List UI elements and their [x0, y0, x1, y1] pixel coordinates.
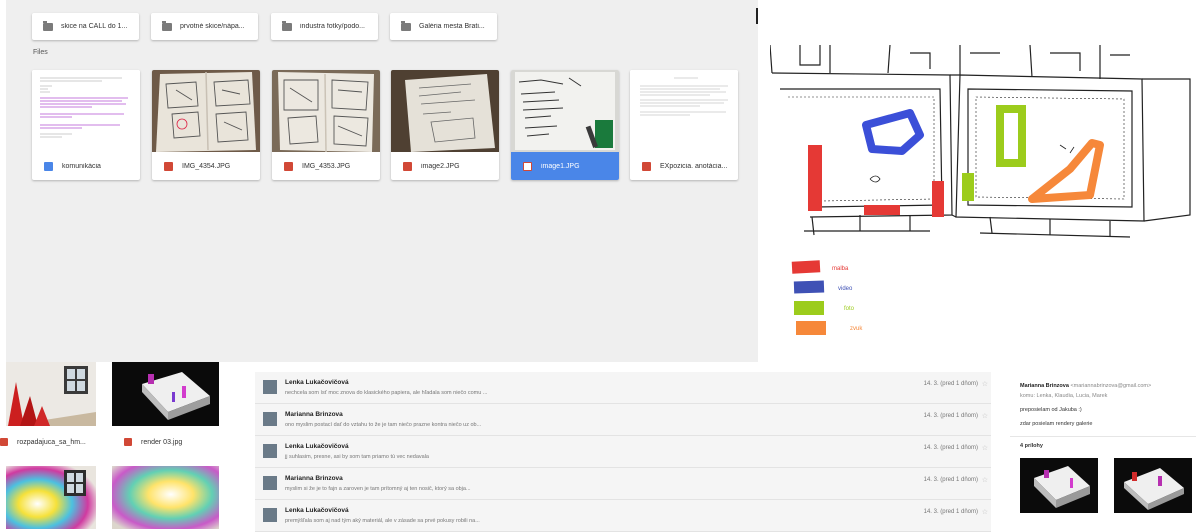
detail-sender-name: Marianna Brinzova [1020, 383, 1069, 389]
email-sender: Lenka Lukačovičová [285, 379, 349, 386]
email-row[interactable]: Marianna Brinzova myslim si že je to faj… [255, 468, 991, 500]
email-row[interactable]: Lenka Lukačovičová nechcela som ísť moc … [255, 372, 991, 404]
render-thumbnail[interactable] [6, 466, 96, 529]
file-name: EXpozicia. anotácia... [660, 162, 728, 170]
file-thumbnail [32, 70, 140, 152]
folder-item[interactable]: industra fotky/podo... [271, 13, 378, 40]
file-card[interactable]: IMG_4353.JPG [272, 70, 380, 180]
detail-recipients[interactable]: komu: Lenka, Klaudia, Lucia, Marek [1020, 393, 1107, 399]
email-list: Lenka Lukačovičová nechcela som ísť moc … [255, 372, 991, 532]
folder-label: prvotné skice/nápa... [180, 23, 245, 30]
folder-item[interactable]: prvotné skice/nápa... [151, 13, 258, 40]
render-caption: rozpadajuca_sa_hm... [17, 438, 86, 446]
file-name: IMG_4353.JPG [302, 162, 351, 170]
avatar [263, 412, 277, 426]
folder-label: skice na CALL do 1... [61, 23, 128, 30]
legend-label: video [838, 286, 853, 292]
folder-label: Galéria mesta Brati... [419, 23, 485, 30]
email-snippet: myslim si že je to fajn a zaroven je tam… [285, 486, 471, 492]
folder-icon [401, 20, 411, 31]
file-thumbnail [152, 70, 260, 152]
email-date: 14. 3. (pred 1 dňom) [923, 413, 978, 419]
file-thumbnail [511, 70, 619, 152]
email-snippet: ono myslim postací dať do vztahu to že j… [285, 422, 482, 428]
image-file-icon [284, 161, 293, 171]
email-sender: Lenka Lukačovičová [285, 443, 349, 450]
star-icon[interactable]: ☆ [982, 380, 988, 388]
render-thumbnails: rozpadajuca_sa_hm... render 03.jpg [0, 362, 240, 529]
file-name: komunikácia [62, 162, 101, 170]
file-card[interactable]: IMG_4354.JPG [152, 70, 260, 180]
avatar [263, 508, 277, 522]
image-file-icon [523, 161, 532, 171]
file-name: image2.JPG [421, 162, 460, 170]
file-card[interactable]: komunikácia [32, 70, 140, 180]
email-row[interactable]: Marianna Brinzova ono myslim postací dať… [255, 404, 991, 436]
email-date: 14. 3. (pred 1 dňom) [923, 477, 978, 483]
file-thumbnail [630, 70, 738, 152]
detail-sender-email: <mariannabrinzova@gmail.com> [1070, 383, 1152, 389]
image-file-icon [0, 438, 8, 446]
file-name: IMG_4354.JPG [182, 162, 231, 170]
avatar [263, 476, 277, 490]
folder-icon [43, 20, 53, 31]
email-sender: Lenka Lukačovičová [285, 507, 349, 514]
star-icon[interactable]: ☆ [982, 476, 988, 484]
image-file-icon [164, 161, 173, 171]
detail-body-line: preposielam od Jakuba :) [1020, 407, 1082, 413]
legend-label: zvuk [850, 326, 863, 332]
email-sender: Marianna Brinzova [285, 411, 343, 418]
folder-icon [162, 20, 172, 31]
file-thumbnail [391, 70, 499, 152]
email-row[interactable]: Lenka Lukačovičová premýšľala som aj nad… [255, 500, 991, 532]
file-card[interactable]: EXpozicia. anotácia... [630, 70, 738, 180]
render-thumbnail[interactable] [6, 362, 96, 426]
attachment-thumbnail[interactable] [1114, 458, 1192, 513]
divider [1010, 436, 1196, 437]
render-thumbnail[interactable] [112, 362, 219, 426]
avatar [263, 444, 277, 458]
email-row[interactable]: Lenka Lukačovičová jj suhlasim, presne, … [255, 436, 991, 468]
render-thumbnail[interactable] [112, 466, 219, 529]
drive-panel: skice na CALL do 1... prvotné skice/nápa… [6, 0, 758, 362]
star-icon[interactable]: ☆ [982, 412, 988, 420]
email-snippet: premýšľala som aj nad tým aký materiál, … [285, 518, 480, 524]
file-name: image1.JPG [541, 162, 580, 170]
legend-label: malba [832, 266, 849, 272]
email-date: 14. 3. (pred 1 dňom) [923, 381, 978, 387]
panel-divider [756, 8, 758, 24]
floor-plan-image: malba video foto zvuk [769, 44, 1196, 345]
file-thumbnail [272, 70, 380, 152]
folder-icon [282, 20, 292, 31]
email-date: 14. 3. (pred 1 dňom) [923, 509, 978, 515]
folder-item[interactable]: skice na CALL do 1... [32, 13, 139, 40]
avatar [263, 380, 277, 394]
image-file-icon [124, 438, 132, 446]
folder-item[interactable]: Galéria mesta Brati... [390, 13, 497, 40]
files-section-label: Files [33, 49, 48, 56]
pdf-file-icon [642, 161, 651, 171]
render-caption: render 03.jpg [141, 438, 183, 446]
attachments-count: 4 prílohy [1020, 443, 1043, 449]
image-file-icon [403, 161, 412, 171]
email-detail: Marianna Brinzova <mariannabrinzova@gmai… [1010, 380, 1196, 529]
star-icon[interactable]: ☆ [982, 508, 988, 516]
email-sender: Marianna Brinzova [285, 475, 343, 482]
doc-file-icon [44, 161, 53, 171]
email-snippet: jj suhlasim, presne, asi by som tam pria… [285, 454, 429, 460]
file-card-selected[interactable]: image1.JPG [511, 70, 619, 180]
file-card[interactable]: image2.JPG [391, 70, 499, 180]
star-icon[interactable]: ☆ [982, 444, 988, 452]
email-snippet: nechcela som ísť moc znova do klasického… [285, 390, 488, 396]
email-date: 14. 3. (pred 1 dňom) [923, 445, 978, 451]
legend-label: foto [844, 306, 855, 312]
detail-body-line: zdar posielam rendery galerie [1020, 421, 1093, 427]
folder-label: industra fotky/podo... [300, 23, 365, 30]
attachment-thumbnail[interactable] [1020, 458, 1098, 513]
